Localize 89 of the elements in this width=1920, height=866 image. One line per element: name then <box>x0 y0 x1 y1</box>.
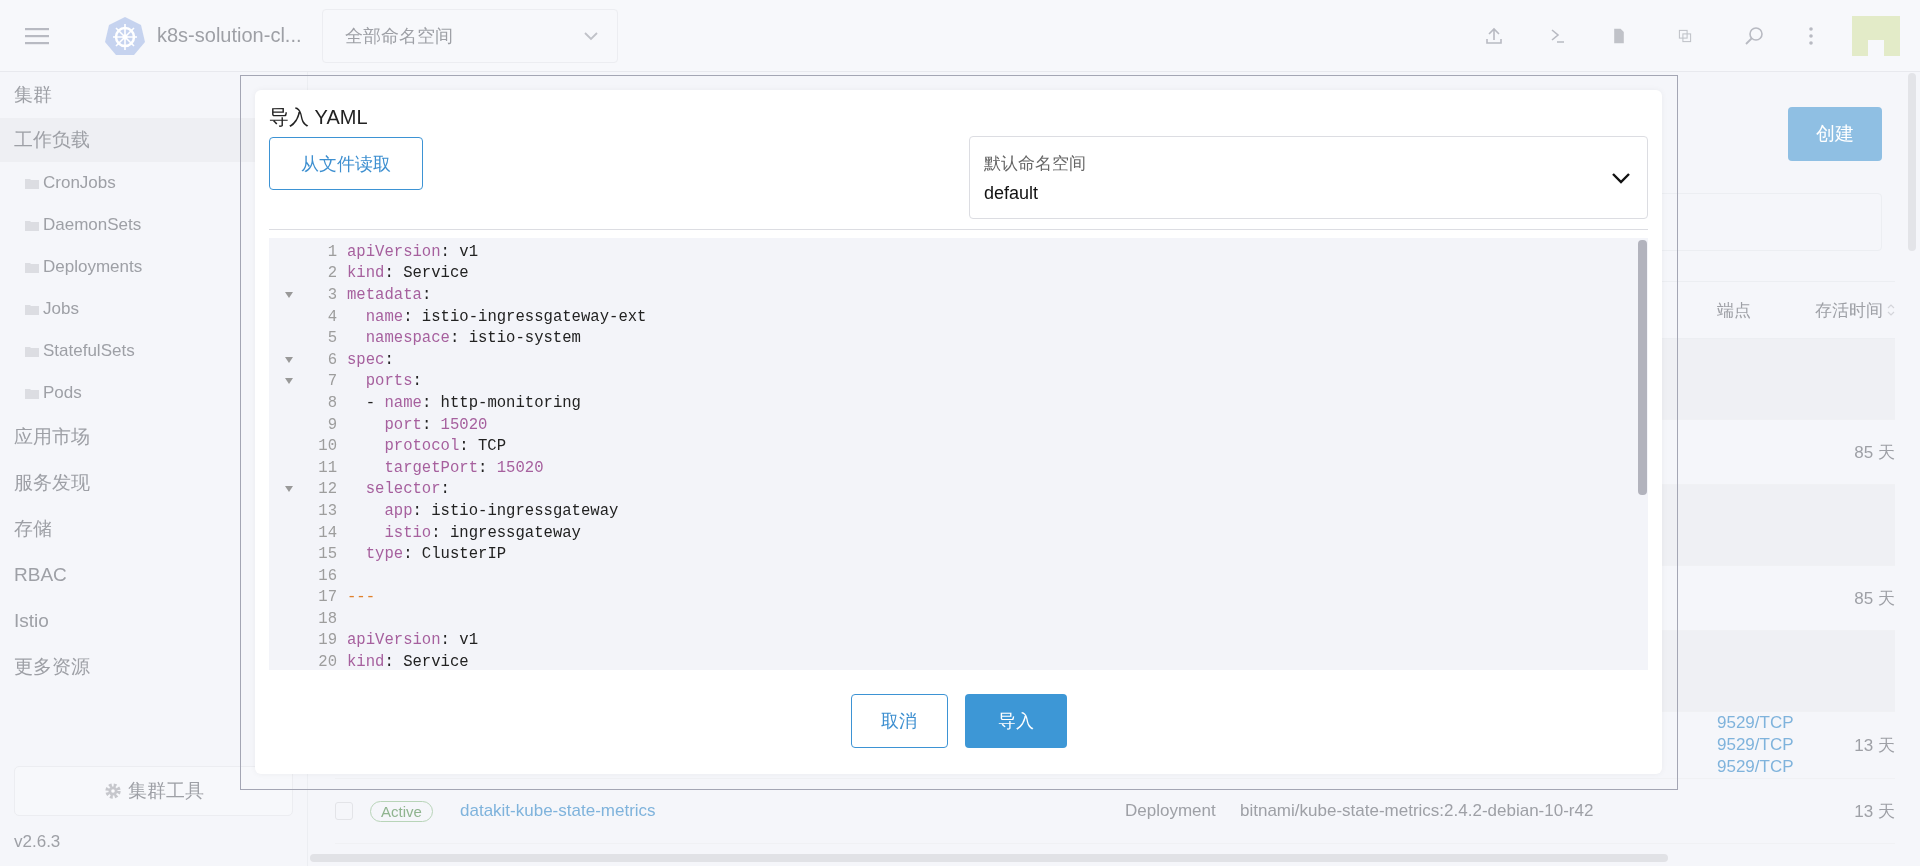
code-line: --- <box>347 588 376 607</box>
upload-icon[interactable] <box>1484 25 1504 46</box>
file-icon[interactable] <box>1612 27 1626 44</box>
table-cell-text: 85 天 <box>1854 587 1895 610</box>
fold-arrow-icon[interactable] <box>285 486 293 493</box>
line-number: 13 <box>317 501 337 520</box>
line-number: 10 <box>317 437 337 456</box>
code-line: kind: Service <box>347 653 469 670</box>
code-line: selector: <box>364 480 450 499</box>
endpoint-link[interactable]: 9529/TCP <box>1717 734 1810 756</box>
cancel-button[interactable]: 取消 <box>850 694 948 748</box>
folder-icon <box>25 261 39 273</box>
folder-icon <box>25 345 39 357</box>
code-line: istio: ingressgateway <box>383 523 581 542</box>
column-header: 端点 <box>1716 299 1752 322</box>
code-line: protocol: TCP <box>383 437 507 456</box>
copy-icon[interactable] <box>1678 27 1692 44</box>
code-line: name: istio-ingressgateway-ext <box>364 307 647 326</box>
line-number: 12 <box>317 480 337 499</box>
create-button[interactable]: 创建 <box>1788 107 1882 161</box>
folder-icon <box>25 303 39 315</box>
namespace-select[interactable]: 默认命名空间 default <box>969 136 1648 219</box>
line-number: 3 <box>326 286 337 304</box>
code-line: ports: <box>364 372 422 391</box>
table-cell-text: 85 天 <box>1854 441 1895 464</box>
folder-icon <box>25 219 39 231</box>
line-number: 4 <box>326 307 337 326</box>
helm-wheel-logo-icon <box>105 15 145 56</box>
fold-arrow-icon[interactable] <box>285 378 293 385</box>
gear-icon <box>103 782 122 800</box>
nav-subitem[interactable]: DaemonSets <box>43 215 142 235</box>
version-label: v2.6.3 <box>14 832 62 852</box>
line-number: 7 <box>326 372 337 391</box>
menu-icon[interactable] <box>25 26 49 45</box>
line-number: 16 <box>317 566 337 585</box>
line-number: 6 <box>326 350 337 369</box>
endpoint-link[interactable]: 9529/TCP <box>1717 756 1810 778</box>
folder-icon <box>25 177 39 189</box>
code-line: apiVersion: v1 <box>347 631 478 650</box>
search-icon[interactable] <box>1744 25 1764 46</box>
line-number: 17 <box>317 588 337 607</box>
cluster-name[interactable]: k8s-solution-cl... <box>157 24 302 47</box>
avatar-icon[interactable] <box>1852 15 1900 56</box>
nav-subitem[interactable]: StatefulSets <box>43 341 135 361</box>
line-number: 1 <box>326 242 337 261</box>
code-line: spec: <box>347 350 394 369</box>
nav-subitem[interactable]: CronJobs <box>43 173 116 193</box>
line-number: 2 <box>326 264 337 283</box>
line-number: 19 <box>317 631 337 650</box>
table-cell-text: 13 天 <box>1854 734 1895 757</box>
yaml-editor[interactable] <box>269 238 1648 670</box>
cluster-tools-button[interactable]: 集群工具 <box>14 766 293 816</box>
sort-icon[interactable] <box>1887 303 1895 317</box>
line-number: 11 <box>317 458 337 477</box>
read-from-file-button[interactable]: 从文件读取 <box>269 137 423 190</box>
nav-subitem[interactable]: Deployments <box>43 257 143 277</box>
workload-link[interactable]: datakit-kube-state-metrics <box>460 800 1125 822</box>
code-line: kind: Service <box>347 264 469 283</box>
line-number: 20 <box>317 653 337 670</box>
code-line: type: ClusterIP <box>364 545 507 564</box>
namespace-select[interactable]: 全部命名空间 <box>321 8 618 63</box>
nav-subitem[interactable]: Jobs <box>43 299 79 319</box>
code-line: app: istio-ingressgateway <box>383 501 619 520</box>
fold-arrow-icon[interactable] <box>285 356 293 363</box>
editor-scrollbar[interactable] <box>1638 240 1647 495</box>
code-line: - name: http-monitoring <box>364 393 581 412</box>
endpoint-link[interactable]: 9529/TCP <box>1717 712 1810 734</box>
line-number: 8 <box>326 393 337 412</box>
code-line: port: 15020 <box>383 415 488 434</box>
line-number: 5 <box>326 329 337 348</box>
table-cell-text: bitnami/kube-state-metrics:2.4.2-debian-10-r42 <box>1240 801 1595 821</box>
code-line: targetPort: 15020 <box>383 458 544 477</box>
fold-arrow-icon[interactable] <box>285 292 293 298</box>
import-button[interactable]: 导入 <box>964 694 1067 748</box>
column-header[interactable]: 存活时间 <box>1815 298 1883 322</box>
chevron-down-icon <box>1611 171 1631 184</box>
code-line: namespace: istio-system <box>364 329 581 348</box>
code-line: metadata: <box>347 286 432 304</box>
line-number: 9 <box>326 415 337 434</box>
nav-subitem[interactable]: Pods <box>43 383 82 403</box>
code-line: apiVersion: v1 <box>347 242 478 261</box>
table-cell-text: 13 天 <box>1854 800 1895 823</box>
folder-icon <box>25 387 39 399</box>
more-icon[interactable] <box>1808 25 1814 46</box>
chevron-down-icon <box>582 30 599 41</box>
line-number: 15 <box>317 545 337 564</box>
line-number: 18 <box>317 609 337 628</box>
line-number: 14 <box>317 523 337 542</box>
table-cell-text: Deployment <box>1125 801 1217 821</box>
